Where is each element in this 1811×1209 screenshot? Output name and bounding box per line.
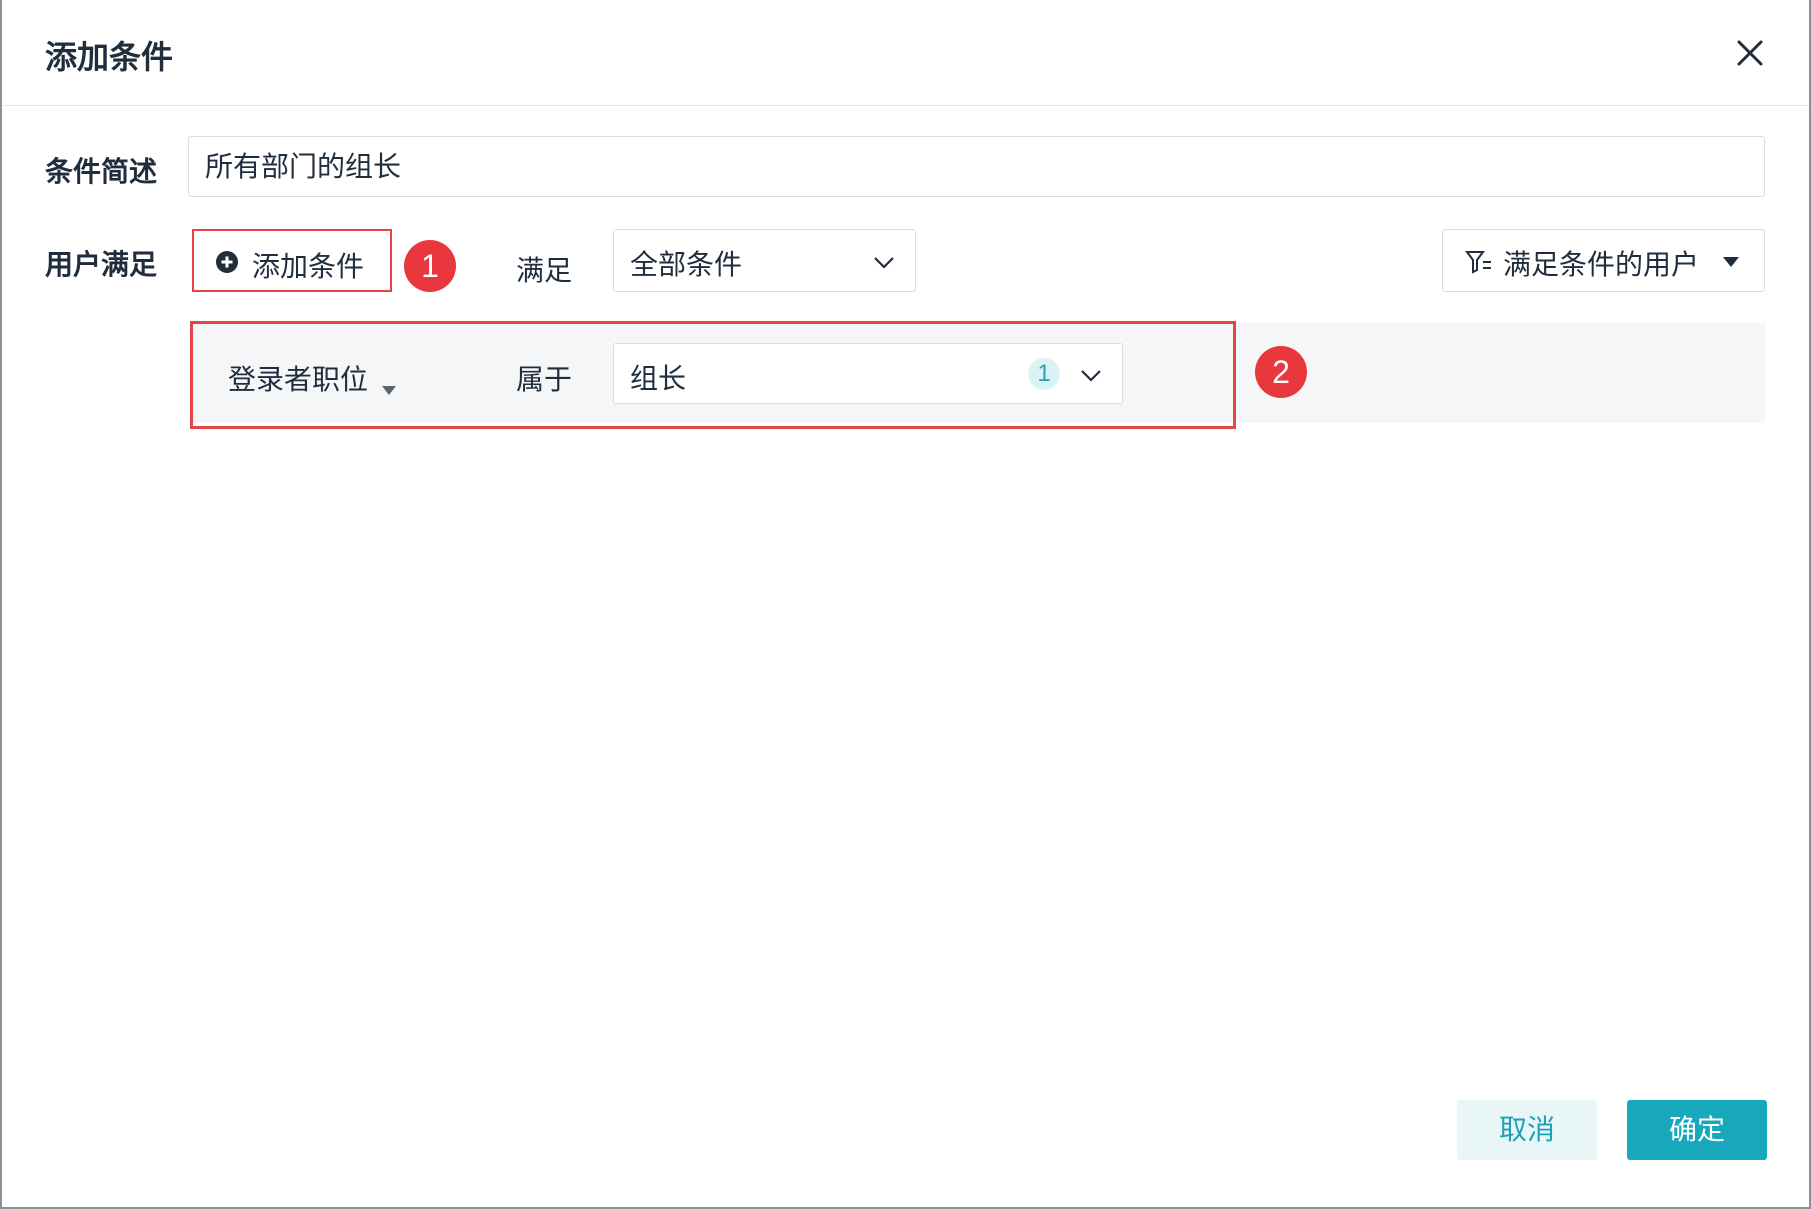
annotation-badge-2: 2: [1255, 346, 1307, 398]
condition-operator: 属于: [516, 364, 573, 395]
condition-field-select[interactable]: 登录者职位: [228, 358, 396, 398]
filter-users-dropdown[interactable]: 满足条件的用户: [1442, 229, 1765, 292]
description-input[interactable]: [188, 136, 1765, 197]
add-condition-button[interactable]: 添加条件: [192, 229, 392, 292]
add-condition-dialog: 添加条件 条件简述 用户满足 添加条件 1 满足 全部条件 满足: [2, 0, 1809, 1207]
filter-icon: [1465, 251, 1491, 274]
description-label: 条件简述: [45, 156, 158, 187]
cancel-button[interactable]: 取消: [1457, 1100, 1597, 1160]
chevron-down-icon: [874, 257, 894, 269]
dialog-header: 添加条件: [2, 0, 1809, 106]
user-satisfy-label: 用户满足: [45, 249, 158, 280]
condition-field-label: 登录者职位: [228, 364, 369, 395]
add-condition-label: 添加条件: [252, 251, 365, 282]
condition-value: 组长: [630, 363, 687, 394]
selected-count-badge: 1: [1028, 358, 1060, 390]
caret-down-icon: [381, 386, 396, 395]
confirm-button[interactable]: 确定: [1627, 1100, 1767, 1160]
caret-down-icon: [1723, 257, 1739, 267]
filter-users-label: 满足条件的用户: [1503, 249, 1700, 280]
match-mode-value: 全部条件: [630, 249, 743, 280]
close-icon[interactable]: [1735, 38, 1765, 68]
chevron-down-icon: [1081, 370, 1101, 382]
match-mode-select[interactable]: 全部条件: [613, 229, 916, 292]
annotation-badge-1: 1: [404, 240, 456, 292]
dialog-title: 添加条件: [45, 39, 174, 75]
satisfy-text: 满足: [516, 255, 573, 286]
plus-circle-icon: [216, 251, 238, 273]
